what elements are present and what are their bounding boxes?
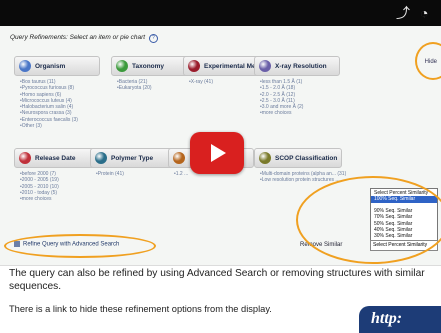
- pie-chart-icon[interactable]: [259, 152, 271, 164]
- help-icon[interactable]: ?: [148, 34, 158, 43]
- category-button[interactable]: Release Date: [14, 148, 100, 168]
- url-badge-text: http:: [371, 310, 403, 327]
- pie-chart-icon[interactable]: [259, 60, 271, 72]
- category-label: SCOP Classification: [275, 154, 338, 162]
- category-item[interactable]: more choices: [20, 196, 100, 202]
- pie-chart-icon[interactable]: [19, 152, 31, 164]
- pie-chart-icon[interactable]: [173, 152, 185, 164]
- category-item[interactable]: Eukaryota (20): [117, 85, 197, 91]
- clock-icon[interactable]: ◔: [420, 5, 428, 21]
- caption-line-1: The query can also be refined by using A…: [9, 268, 425, 292]
- category-button[interactable]: SCOP Classification: [254, 148, 342, 168]
- pie-chart-icon[interactable]: [116, 60, 128, 72]
- pie-chart-icon[interactable]: [19, 60, 31, 72]
- category-label: X-ray Resolution: [275, 62, 327, 70]
- category-button[interactable]: Polymer Type: [90, 148, 176, 168]
- category-item[interactable]: Other (3): [20, 123, 100, 129]
- category-label: Taxonomy: [132, 62, 165, 70]
- query-refinements-header: Query Refinements: Select an item or pie…: [10, 34, 158, 43]
- category-button[interactable]: X-ray Resolution: [254, 56, 340, 76]
- category-label: Organism: [35, 62, 66, 70]
- category-items: Bos taurus (11)Pyrococcus furiosus (8)Ho…: [14, 79, 100, 129]
- play-icon: [211, 144, 226, 162]
- category-block: SCOP ClassificationMulti-domain proteins…: [254, 148, 346, 184]
- category-items: less than 1.5 Å (1)1.5 - 2.0 Å (18)2.0 -…: [254, 79, 340, 117]
- refine-highlight-circle: [4, 234, 156, 258]
- category-items: Protein (41): [90, 171, 176, 177]
- category-block: Polymer Type Protein (41): [90, 148, 176, 177]
- category-block: X-ray Resolution less than 1.5 Å (1)1.5 -…: [254, 56, 340, 117]
- category-label: Polymer Type: [111, 154, 154, 162]
- url-badge: http:: [359, 306, 441, 333]
- category-items: before 2000 (7)2000 - 2005 (19)2005 - 20…: [14, 171, 100, 202]
- video-play-button[interactable]: [190, 132, 244, 174]
- hide-link-highlight-circle: [415, 42, 441, 80]
- share-icon[interactable]: ⤴: [396, 5, 410, 21]
- category-block: Release Date before 2000 (7)2000 - 2005 (…: [14, 148, 100, 202]
- category-button[interactable]: Organism: [14, 56, 100, 76]
- dropdown-highlight-circle: [296, 176, 441, 264]
- category-item[interactable]: more choices: [260, 110, 340, 116]
- header-text: Query Refinements: Select an item or pie…: [10, 34, 146, 41]
- category-block: Organism Bos taurus (11)Pyrococcus furios…: [14, 56, 100, 129]
- video-top-bar: ⤴ ◔: [0, 0, 441, 26]
- category-label: Release Date: [35, 154, 76, 162]
- pie-chart-icon[interactable]: [95, 152, 107, 164]
- pie-chart-icon[interactable]: [188, 60, 200, 72]
- category-item[interactable]: Protein (41): [96, 171, 176, 177]
